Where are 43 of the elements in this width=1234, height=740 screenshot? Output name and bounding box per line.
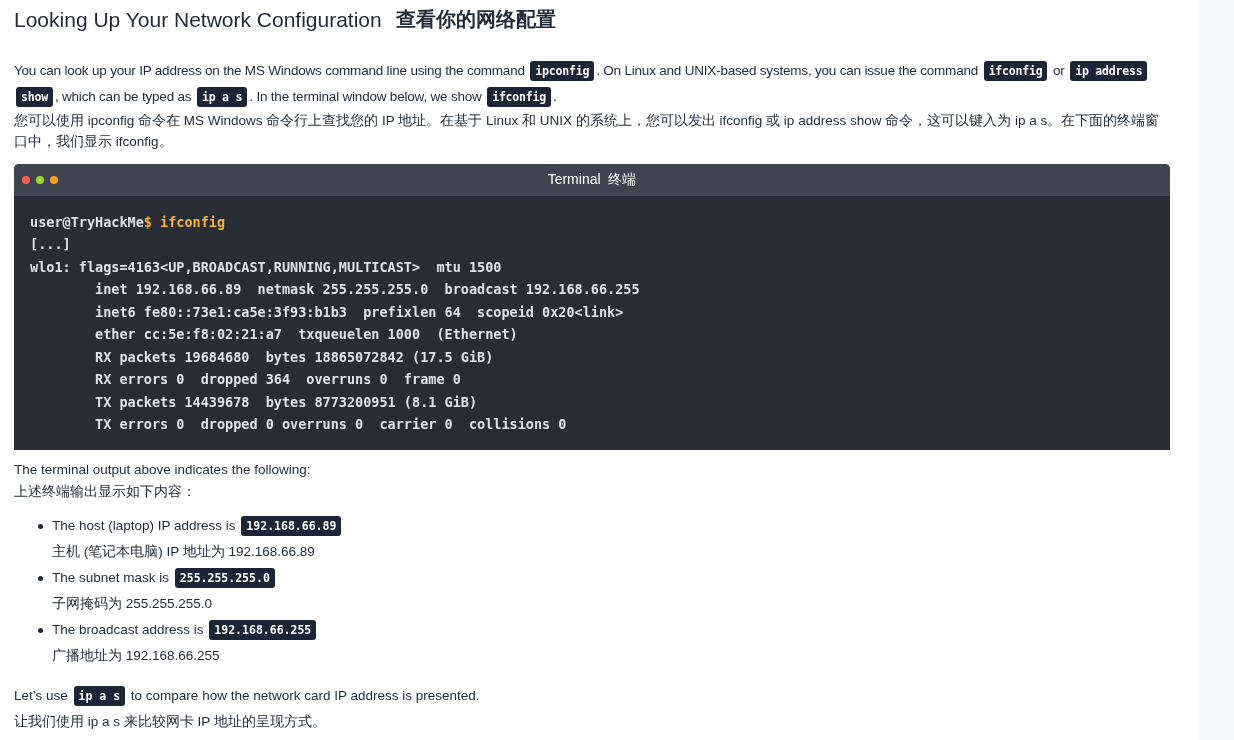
paragraph-chinese: 您可以使用 ipconfig 命令在 MS Windows 命令行上查找您的 IP 地址。在基于 Linux 和 UNIX 的系统上，您可以发出 ifconfig 或 ip address show 命令，这可以键入为 ip a s。在下面的终端窗口中，我们显示 ifconfig。	[14, 111, 1161, 151]
terminal-output-line: TX errors 0 dropped 0 overruns 0 carrier 0 collisions 0	[94, 415, 568, 434]
inline-code: ifconfig	[487, 86, 551, 107]
page-heading-chinese: 查看你的网络配置	[395, 6, 556, 33]
list-item-chinese: 子网掩码为 255.255.255.0	[52, 594, 213, 613]
terminal-output-line: RX packets 19684680 bytes 18865072842 (17.5 GiB)	[94, 347, 495, 367]
list-item-text: The broadcast address is	[52, 621, 205, 637]
list-item-chinese: 主机 (笔记本电脑) IP 地址为 192.168.66.89	[52, 542, 315, 561]
list-item-text: The subnet mask is	[52, 569, 171, 585]
inline-code: 255.255.255.0	[174, 567, 275, 588]
terminal-output-line: [...]	[30, 235, 72, 254]
paragraph-text: to compare how the network card IP address is presented.	[129, 687, 480, 703]
terminal-prompt: user@TryHackMe	[30, 212, 144, 232]
terminal-output-line: TX packets 14439678 bytes 8773200951 (8.1 GiB)	[94, 392, 479, 412]
paragraph-text: The terminal output above indicates the following:	[14, 460, 311, 479]
bullet-icon	[38, 575, 43, 581]
bullet-icon	[38, 627, 43, 633]
list-item-chinese: 广播地址为 192.168.66.255	[52, 646, 220, 665]
paragraph-text: . On Linux and UNIX-based systems, you can issue the command	[596, 62, 980, 78]
paragraph-text: .	[552, 88, 557, 104]
paragraph-text: Let’s use	[14, 687, 69, 703]
paragraph-chinese: 让我们使用 ip a s 来比较网卡 IP 地址的呈现方式。	[14, 712, 326, 731]
terminal-output-line: inet6 fe80::73e1:ca5e:3f93:b1b3 prefixlen 64 scopeid 0x20<link>	[94, 302, 625, 322]
paragraph-text: , which can be typed as	[54, 88, 193, 104]
terminal-command: $ ifconfig	[143, 212, 226, 232]
inline-code: 192.168.66.89	[241, 515, 342, 536]
terminal-output-line: inet 192.168.66.89 netmask 255.255.255.0 broadcast 192.168.66.255	[94, 280, 641, 299]
paragraph-text: or	[1052, 62, 1066, 78]
list-item-text: The host (laptop) IP address is	[52, 517, 237, 533]
inline-code: ifconfig	[983, 60, 1048, 81]
inline-code: ip a s	[196, 86, 248, 107]
inline-code: ipconfig	[530, 60, 595, 81]
inline-code: ip a s	[73, 685, 126, 706]
paragraph-text: . In the terminal window below, we show	[249, 88, 483, 104]
paragraph-chinese: 上述终端输出显示如下内容：	[14, 482, 196, 501]
terminal-output-line: ether cc:5e:f8:02:21:a7 txqueuelen 1000 (Ethernet)	[94, 325, 519, 344]
paragraph-text: You can look up your IP address on the MS Windows command line using the command	[14, 62, 526, 78]
page-heading: Looking Up Your Network Configuration	[14, 7, 382, 33]
terminal-output-line: RX errors 0 dropped 364 overruns 0 frame 0	[94, 370, 462, 389]
bullet-icon	[38, 523, 43, 529]
terminal-title: Terminal 终端	[547, 170, 637, 189]
terminal-output-line: wlo1: flags=4163<UP,BROADCAST,RUNNING,MULTICAST> mtu 1500	[30, 257, 503, 277]
inline-code: 192.168.66.255	[209, 619, 317, 640]
